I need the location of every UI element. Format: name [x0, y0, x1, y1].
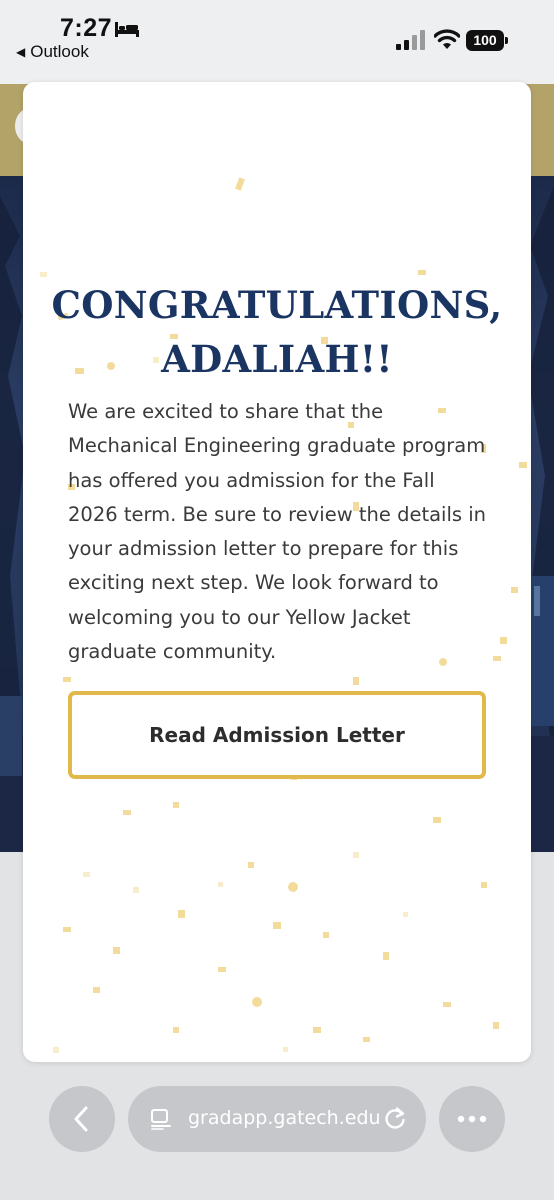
url-text: gradapp.gatech.edu [188, 1107, 381, 1129]
reload-icon[interactable] [383, 1106, 408, 1131]
heading-line-2: ADALIAH!! [161, 337, 393, 381]
more-icon [457, 1115, 487, 1123]
browser-back-button[interactable] [49, 1086, 115, 1152]
back-app-label: Outlook [30, 42, 89, 61]
back-to-app-link[interactable]: ◀ Outlook [16, 42, 89, 62]
wifi-icon [434, 29, 460, 49]
clock: 7:27 [60, 14, 113, 42]
signal-icon [396, 30, 425, 50]
battery-cap [505, 37, 508, 44]
battery-icon: 100 [466, 30, 508, 51]
congratulations-heading: CONGRATULATIONS, ADALIAH!! [43, 278, 511, 386]
chevron-left-icon [74, 1106, 88, 1132]
read-admission-letter-button[interactable]: Read Admission Letter [68, 691, 486, 779]
admission-modal: CONGRATULATIONS, ADALIAH!! We are excite… [23, 82, 531, 1062]
address-bar[interactable]: gradapp.gatech.edu [128, 1086, 426, 1152]
bed-icon [115, 22, 139, 37]
status-bar: 7:27 ◀ Outlook 100 [0, 0, 554, 84]
back-triangle-icon: ◀ [16, 45, 26, 59]
battery-level: 100 [466, 30, 504, 51]
heading-line-1: CONGRATULATIONS, [51, 283, 503, 327]
browser-more-button[interactable] [439, 1086, 505, 1152]
reader-icon [151, 1109, 171, 1130]
admission-message: We are excited to share that the Mechani… [68, 400, 487, 664]
